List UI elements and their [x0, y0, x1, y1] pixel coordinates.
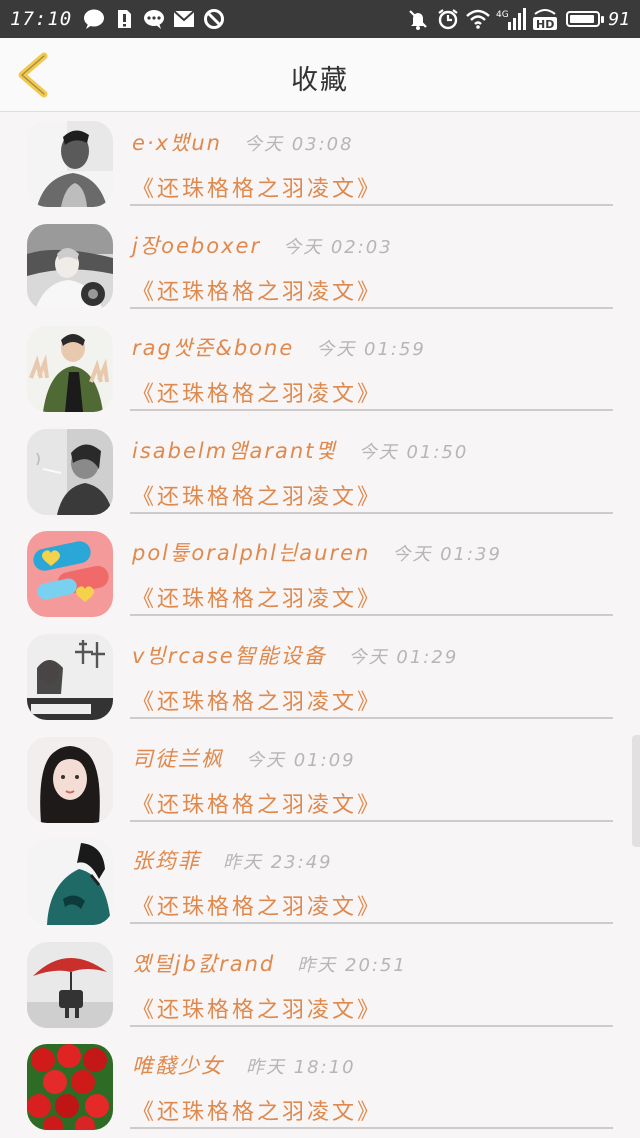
author-name: v빙rcase智能设备 [132, 643, 327, 668]
battery-shell [566, 11, 601, 27]
avatar[interactable] [27, 1044, 113, 1131]
list-item[interactable]: 司徒兰枫 今天 01:09 《还珠格格之羽凌文》 [0, 729, 640, 832]
divider [130, 716, 613, 719]
hd-label: HD [536, 18, 554, 30]
work-title[interactable]: 《还珠格格之羽凌文》 [132, 889, 382, 921]
list-item[interactable]: 옜털jb캀rand 昨天 20:51 《还珠格格之羽凌文》 [0, 934, 640, 1037]
divider [130, 1127, 613, 1130]
work-title[interactable]: 《还珠格格之羽凌文》 [132, 376, 382, 408]
battery-tip [601, 15, 605, 23]
mute-icon [406, 8, 430, 30]
timestamp: 昨天 23:49 [223, 852, 333, 874]
page-title: 收藏 [291, 65, 349, 96]
divider [130, 204, 613, 206]
work-title[interactable]: 《还珠格格之羽凌文》 [132, 479, 382, 511]
favorites-list: e·x뱄un 今天 03:08 《还珠格格之羽凌文》 j장oeboxer 今天 … [0, 113, 640, 1138]
author-name: isabelm앰arant몣 [132, 438, 337, 463]
work-title[interactable]: 《还珠格格之羽凌文》 [132, 274, 382, 306]
status-bar: 17:10 4G HD 91 [0, 0, 640, 38]
timestamp: 今天 01:39 [392, 544, 502, 566]
list-item[interactable]: pol튷oralphl늰auren 今天 01:39 《还珠格格之羽凌文》 [0, 523, 640, 626]
list-item[interactable]: 唯馢少女 昨天 18:10 《还珠格格之羽凌文》 [0, 1036, 640, 1138]
timestamp: 今天 01:29 [348, 646, 459, 668]
author-name: rag쌋준&bone [132, 336, 295, 361]
status-time: 17:10 [10, 8, 73, 30]
author-name: pol튷oralphl늰auren [132, 541, 371, 566]
divider [130, 409, 613, 412]
hd-icon: HD [532, 8, 558, 30]
system-icons: 4G HD 91 [400, 8, 630, 30]
divider [130, 511, 613, 514]
work-title[interactable]: 《还珠格格之羽凌文》 [132, 1094, 382, 1126]
item-meta: 司徒兰枫 今天 01:09 [132, 743, 356, 773]
divider [130, 614, 613, 617]
scroll-indicator[interactable] [632, 735, 640, 847]
avatar[interactable] [27, 941, 113, 1028]
battery-percent: 91 [608, 8, 630, 30]
message-icon [142, 8, 166, 30]
list-item[interactable]: v빙rcase智能设备 今天 01:29 《还珠格格之羽凌文》 [0, 626, 640, 729]
author-name: e·x뱄un [132, 131, 222, 155]
timestamp: 昨天 18:10 [246, 1057, 356, 1079]
item-meta: isabelm앰arant몣 今天 01:50 [132, 435, 468, 465]
avatar[interactable] [27, 633, 113, 720]
battery-icon: 91 [566, 9, 630, 30]
avatar[interactable] [27, 736, 113, 823]
list-item[interactable]: rag쌋준&bone 今天 01:59 《还珠格格之羽凌文》 [0, 318, 640, 421]
block-icon [202, 8, 226, 30]
list-item[interactable]: j장oeboxer 今天 02:03 《还珠格格之羽凌文》 [0, 216, 640, 319]
sim-alert-icon [112, 8, 136, 30]
avatar[interactable] [27, 326, 113, 413]
avatar[interactable] [27, 839, 113, 926]
author-name: j장oeboxer [132, 233, 262, 258]
item-meta: 唯馢少女 昨天 18:10 [132, 1050, 356, 1080]
divider [130, 819, 613, 822]
avatar[interactable] [27, 223, 113, 310]
wifi-icon [466, 8, 491, 30]
network-label: 4G [496, 10, 509, 20]
signal-4g-icon: 4G [496, 8, 527, 30]
mail-icon [172, 8, 196, 30]
author-name: 司徒兰枫 [132, 746, 224, 771]
author-name: 张筠菲 [132, 849, 201, 874]
author-name: 唯馢少女 [132, 1054, 224, 1079]
app-header: 收藏 [0, 38, 640, 112]
item-meta: e·x뱄un 今天 03:08 [132, 127, 354, 157]
work-title[interactable]: 《还珠格格之羽凌文》 [132, 787, 382, 819]
author-name: 옜털jb캀rand [132, 951, 276, 976]
timestamp: 昨天 20:51 [297, 954, 407, 976]
list-item[interactable]: e·x뱄un 今天 03:08 《还珠格格之羽凌文》 [0, 113, 640, 216]
item-meta: v빙rcase智能设备 今天 01:29 [132, 640, 458, 670]
avatar[interactable] [27, 428, 113, 515]
item-meta: 옜털jb캀rand 昨天 20:51 [132, 948, 407, 978]
list-item[interactable]: isabelm앰arant몣 今天 01:50 《还珠格格之羽凌文》 [0, 421, 640, 524]
work-title[interactable]: 《还珠格格之羽凌文》 [132, 171, 382, 203]
timestamp: 今天 01:09 [246, 749, 356, 771]
chat-bubble-icon [82, 8, 106, 30]
notification-icons [82, 8, 232, 30]
list-item[interactable]: 张筠菲 昨天 23:49 《还珠格格之羽凌文》 [0, 831, 640, 934]
alarm-icon [436, 8, 460, 30]
avatar[interactable] [27, 121, 113, 207]
timestamp: 今天 01:50 [358, 441, 469, 463]
work-title[interactable]: 《还珠格格之羽凌文》 [132, 684, 382, 716]
timestamp: 今天 01:59 [316, 339, 426, 361]
work-title[interactable]: 《还珠格格之羽凌文》 [132, 992, 382, 1024]
divider [130, 1024, 613, 1027]
divider [130, 306, 613, 309]
item-meta: pol튷oralphl늰auren 今天 01:39 [132, 537, 502, 567]
timestamp: 今天 02:03 [283, 236, 393, 258]
item-meta: 张筠菲 昨天 23:49 [132, 845, 333, 875]
avatar[interactable] [27, 531, 113, 618]
divider [130, 922, 613, 925]
timestamp: 今天 03:08 [243, 134, 354, 155]
battery-fill [570, 15, 594, 23]
item-meta: rag쌋준&bone 今天 01:59 [132, 332, 426, 362]
work-title[interactable]: 《还珠格格之羽凌文》 [132, 581, 382, 613]
item-meta: j장oeboxer 今天 02:03 [132, 230, 393, 260]
